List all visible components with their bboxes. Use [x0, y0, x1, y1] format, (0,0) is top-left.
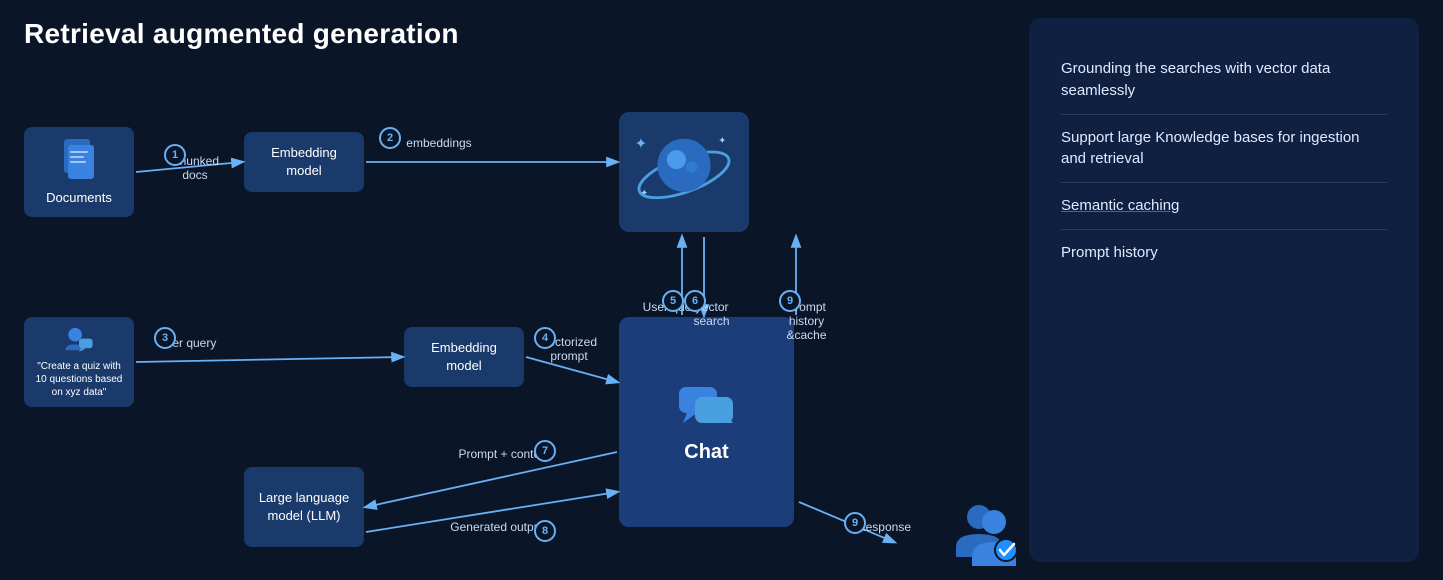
right-item-4: Prompt history — [1061, 230, 1387, 276]
step-4-circle: 4 — [534, 327, 556, 349]
llm-box: Large language model (LLM) — [244, 467, 364, 547]
embedding-model-1-box: Embedding model — [244, 132, 364, 192]
right-item-3: Semantic caching — [1061, 183, 1387, 230]
chat-box: Chat — [619, 317, 794, 527]
user-chat-icon — [63, 325, 95, 356]
step-8-circle: 8 — [534, 520, 556, 542]
step-6-circle: 6 — [684, 290, 706, 312]
documents-box: Documents — [24, 127, 134, 217]
embedding-model-2-box: Embedding model — [404, 327, 524, 387]
right-item-2: Support large Knowledge bases for ingest… — [1061, 115, 1387, 184]
left-panel: Retrieval augmented generation — [24, 18, 1011, 562]
vector-db-icon: ✦ ✦ ✦ — [627, 117, 741, 227]
right-item-1: Grounding the searches with vector data … — [1061, 46, 1387, 115]
user-query-box: "Create a quiz with 10 questions based o… — [24, 317, 134, 407]
step-9b-circle: 9 — [844, 512, 866, 534]
step-3-circle: 3 — [154, 327, 176, 349]
main-container: Retrieval augmented generation — [0, 0, 1443, 580]
step-5-circle: 5 — [662, 290, 684, 312]
embeddings-label: embeddings — [399, 136, 479, 150]
diagram: Documents 1 Chunked docs Embedding model… — [24, 72, 1011, 562]
page-title: Retrieval augmented generation — [24, 18, 1011, 50]
response-person-icon — [944, 502, 1019, 567]
step-7-circle: 7 — [534, 440, 556, 462]
right-panel: Grounding the searches with vector data … — [1029, 18, 1419, 562]
step-1-circle: 1 — [164, 144, 186, 166]
chat-icon — [677, 379, 737, 429]
response-person — [944, 502, 1019, 572]
step-2-circle: 2 — [379, 127, 401, 149]
svg-text:✦: ✦ — [635, 135, 648, 152]
vector-db-box: ✦ ✦ ✦ — [619, 112, 749, 232]
svg-text:✦: ✦ — [718, 136, 726, 147]
document-icon — [60, 137, 98, 183]
step-9a-circle: 9 — [779, 290, 801, 312]
